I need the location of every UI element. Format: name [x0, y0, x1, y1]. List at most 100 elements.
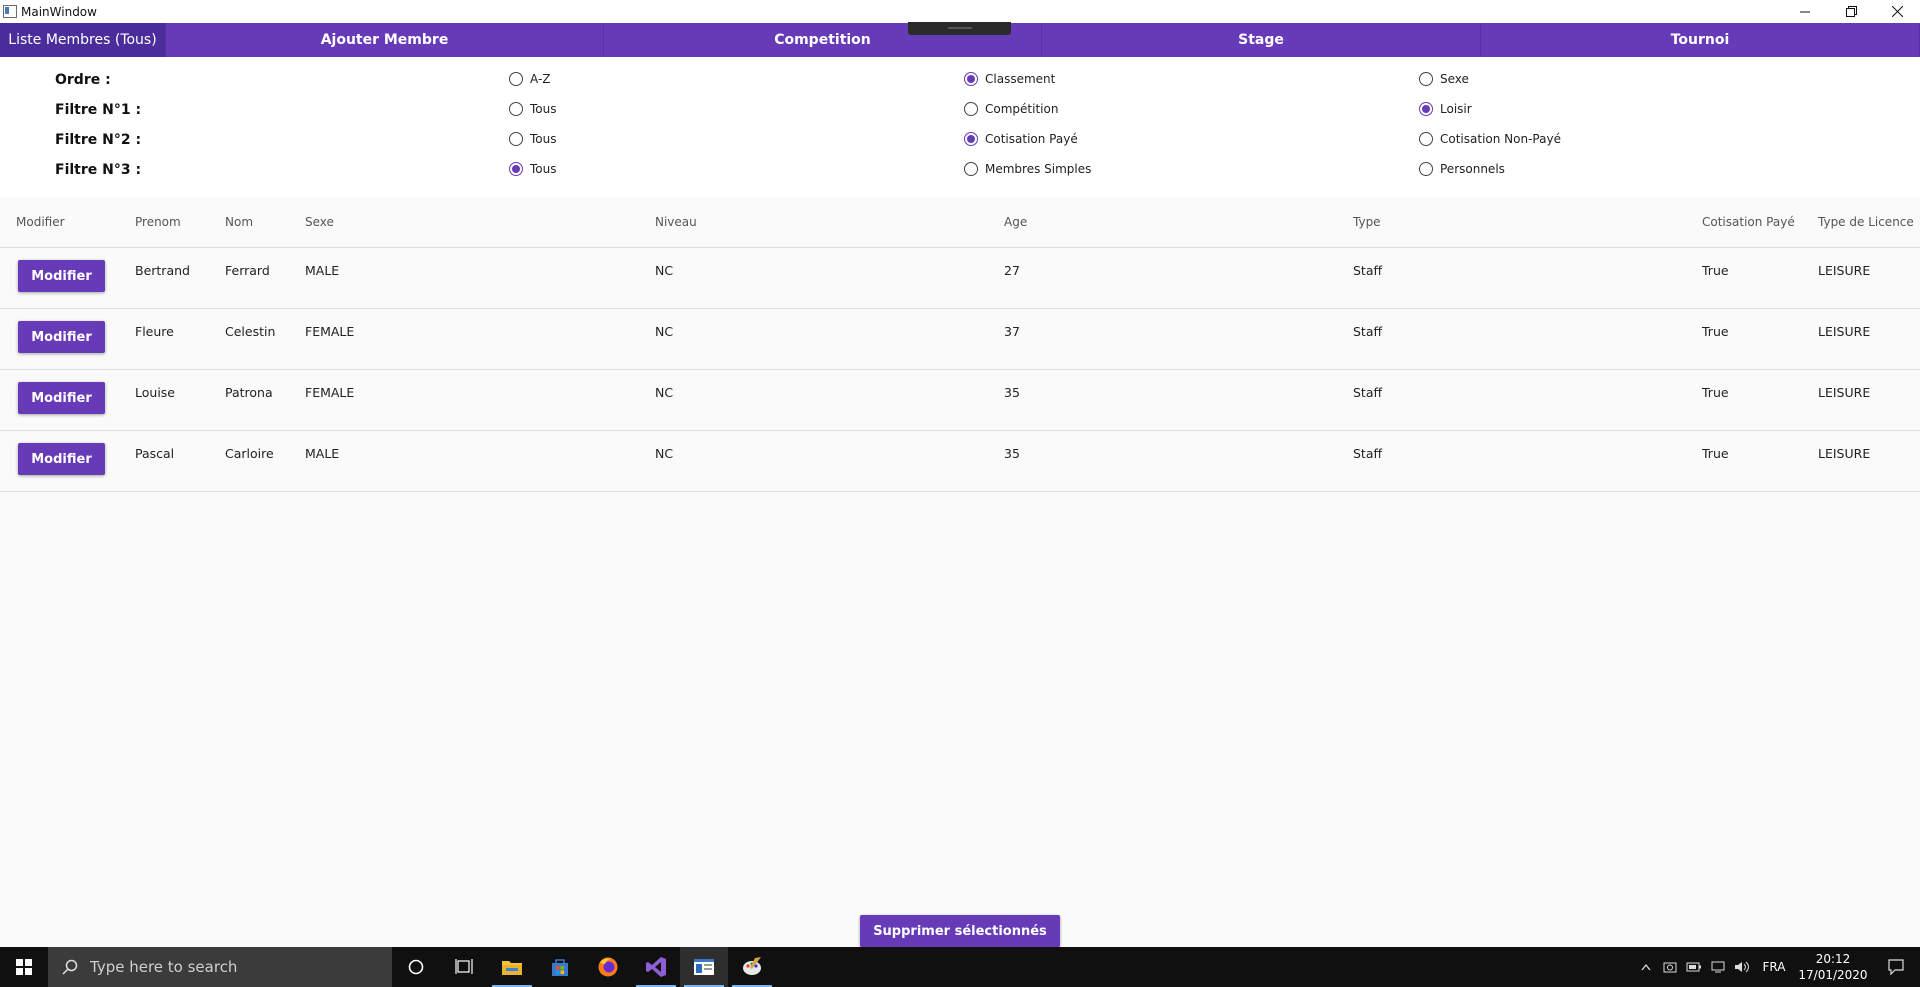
- table-row[interactable]: Modifier Fleure Celestin FEMALE NC 37 St…: [0, 309, 1920, 370]
- radio-ordre-a-z[interactable]: A-Z: [509, 72, 551, 86]
- taskbar-file-explorer[interactable]: [488, 947, 536, 987]
- cell-prenom: Pascal: [135, 446, 175, 461]
- cell-type: Staff: [1353, 446, 1383, 461]
- column-header-cotisation[interactable]: Cotisation Payé: [1702, 215, 1795, 229]
- taskbar-paint[interactable]: [728, 947, 776, 987]
- filter-panel: Ordre : A-Z Classement Sexe Filtre N°1 :…: [0, 57, 1920, 197]
- column-header-licence[interactable]: Type de Licence: [1818, 215, 1914, 229]
- minimize-button[interactable]: [1782, 0, 1828, 23]
- minimize-icon: [1800, 11, 1810, 12]
- restore-button[interactable]: [1828, 0, 1874, 23]
- radio-filtre3-tous[interactable]: Tous: [509, 162, 557, 176]
- column-header-modifier[interactable]: Modifier: [16, 215, 65, 229]
- debug-toolbar-handle[interactable]: [908, 22, 1011, 35]
- cortana-button[interactable]: [392, 947, 440, 987]
- store-icon: [552, 959, 568, 976]
- modifier-button[interactable]: Modifier: [18, 321, 105, 353]
- volume-icon[interactable]: [1730, 947, 1754, 987]
- start-button[interactable]: [0, 947, 48, 987]
- radio-filtre3-personnels[interactable]: Personnels: [1419, 162, 1505, 176]
- filter-row-3: Filtre N°3 : Tous Membres Simples Person…: [0, 157, 1920, 187]
- system-tray: FRA 20:12 17/01/2020: [1634, 947, 1920, 987]
- cell-age: 27: [1004, 263, 1020, 278]
- clock[interactable]: 20:12 17/01/2020: [1794, 951, 1872, 983]
- taskbar-visual-studio[interactable]: [632, 947, 680, 987]
- radio-filtre1-loisir[interactable]: Loisir: [1419, 102, 1472, 116]
- window-controls: [1782, 0, 1920, 23]
- modifier-button[interactable]: Modifier: [18, 443, 105, 475]
- radio-filtre1-tous[interactable]: Tous: [509, 102, 557, 116]
- column-header-age[interactable]: Age: [1004, 215, 1027, 229]
- radio-filtre3-membres-simples[interactable]: Membres Simples: [964, 162, 1091, 176]
- taskbar-search-box[interactable]: Type here to search: [48, 947, 392, 987]
- column-header-prenom[interactable]: Prenom: [135, 215, 181, 229]
- cortana-icon: [408, 959, 424, 975]
- close-icon: [1891, 6, 1903, 17]
- cell-licence: LEISURE: [1818, 263, 1871, 278]
- action-center-button[interactable]: [1872, 947, 1920, 987]
- column-header-nom[interactable]: Nom: [225, 215, 253, 229]
- tab-liste-membres[interactable]: Liste Membres (Tous): [0, 23, 166, 57]
- table-row[interactable]: Modifier Louise Patrona FEMALE NC 35 Sta…: [0, 370, 1920, 431]
- cell-nom: Carloire: [225, 446, 274, 461]
- restore-icon: [1845, 6, 1857, 17]
- cell-cotisation: True: [1702, 385, 1729, 400]
- app-window-icon: [694, 959, 714, 975]
- radio-filtre2-cotisation-non-paye[interactable]: Cotisation Non-Payé: [1419, 132, 1561, 146]
- tab-tournoi[interactable]: Tournoi: [1481, 23, 1920, 57]
- cell-nom: Ferrard: [225, 263, 270, 278]
- column-header-sexe[interactable]: Sexe: [305, 215, 334, 229]
- windows-taskbar: Type here to search FRA 20:12 17/01/2020: [0, 947, 1920, 987]
- radio-circle-icon: [509, 72, 523, 86]
- notification-icon: [1888, 959, 1904, 975]
- cell-sexe: FEMALE: [305, 385, 355, 400]
- battery-icon[interactable]: [1682, 947, 1706, 987]
- radio-circle-icon: [964, 132, 978, 146]
- radio-circle-icon: [1419, 102, 1433, 116]
- modifier-button[interactable]: Modifier: [18, 382, 105, 414]
- cell-niveau: NC: [655, 385, 674, 400]
- folder-icon: [502, 961, 522, 975]
- filter-label: Filtre N°2 :: [55, 132, 142, 148]
- filter-row-ordre: Ordre : A-Z Classement Sexe: [0, 67, 1920, 97]
- taskbar-firefox[interactable]: [584, 947, 632, 987]
- tab-ajouter-membre[interactable]: Ajouter Membre: [166, 23, 604, 57]
- cell-niveau: NC: [655, 446, 674, 461]
- filter-label: Filtre N°1 :: [55, 102, 142, 118]
- cell-licence: LEISURE: [1818, 446, 1871, 461]
- cell-sexe: FEMALE: [305, 324, 355, 339]
- modifier-button[interactable]: Modifier: [18, 260, 105, 292]
- cell-age: 35: [1004, 385, 1020, 400]
- close-button[interactable]: [1874, 0, 1920, 23]
- cell-age: 35: [1004, 446, 1020, 461]
- taskbar-store[interactable]: [536, 947, 584, 987]
- radio-ordre-sexe[interactable]: Sexe: [1419, 72, 1469, 86]
- chevron-up-icon[interactable]: [1634, 947, 1658, 987]
- camera-icon[interactable]: [1658, 947, 1682, 987]
- search-icon: [62, 959, 78, 975]
- radio-circle-icon: [1419, 72, 1433, 86]
- table-row[interactable]: Modifier Bertrand Ferrard MALE NC 27 Sta…: [0, 248, 1920, 309]
- network-icon[interactable]: [1706, 947, 1730, 987]
- radio-circle-icon: [1419, 162, 1433, 176]
- cell-age: 37: [1004, 324, 1020, 339]
- radio-filtre2-tous[interactable]: Tous: [509, 132, 557, 146]
- title-bar[interactable]: MainWindow: [0, 0, 1920, 23]
- taskbar-mainwindow-app[interactable]: [680, 947, 728, 987]
- task-view-icon: [455, 959, 473, 974]
- radio-filtre1-competition[interactable]: Compétition: [964, 102, 1058, 116]
- window-title: MainWindow: [21, 4, 97, 19]
- filter-row-1: Filtre N°1 : Tous Compétition Loisir: [0, 97, 1920, 127]
- radio-ordre-classement[interactable]: Classement: [964, 72, 1055, 86]
- column-header-type[interactable]: Type: [1353, 215, 1381, 229]
- radio-filtre2-cotisation-paye[interactable]: Cotisation Payé: [964, 132, 1078, 146]
- language-indicator[interactable]: FRA: [1754, 960, 1794, 974]
- clock-time: 20:12: [1815, 952, 1851, 966]
- delete-selected-button[interactable]: Supprimer sélectionnés: [860, 915, 1060, 947]
- column-header-niveau[interactable]: Niveau: [655, 215, 697, 229]
- task-view-button[interactable]: [440, 947, 488, 987]
- table-row[interactable]: Modifier Pascal Carloire MALE NC 35 Staf…: [0, 431, 1920, 492]
- cell-niveau: NC: [655, 263, 674, 278]
- paint-icon: [743, 957, 761, 975]
- tab-stage[interactable]: Stage: [1042, 23, 1481, 57]
